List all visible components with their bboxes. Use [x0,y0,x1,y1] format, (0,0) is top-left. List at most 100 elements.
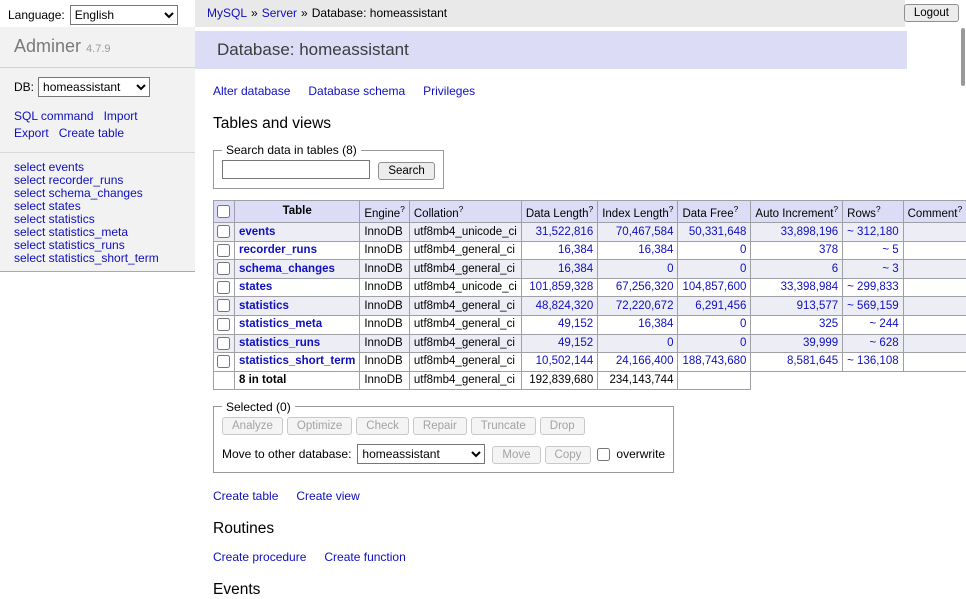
optimize-button[interactable]: Optimize [287,417,352,435]
check-button[interactable]: Check [356,417,409,435]
cell-index_length-link[interactable]: 0 [667,337,673,349]
cell-data_free-link[interactable]: 50,331,648 [689,226,747,238]
row-checkbox[interactable] [217,225,230,238]
cell-index_length-link[interactable]: 70,467,584 [616,226,674,238]
search-input[interactable] [222,160,370,179]
cell-comment [903,278,966,297]
row-checkbox[interactable] [217,299,230,312]
help-link[interactable]: ? [459,204,464,214]
move-button[interactable]: Move [492,446,540,464]
link-create-function[interactable]: Create function [324,550,405,564]
link-alter-database[interactable]: Alter database [213,84,290,98]
row-checkbox[interactable] [217,262,230,275]
cell-data_free-link[interactable]: 0 [740,318,746,330]
cell-data_free-link[interactable]: 188,743,680 [682,355,746,367]
cell-rows-link[interactable]: ~ 299,833 [847,281,898,293]
cell-auto_increment-link[interactable]: 33,398,984 [781,281,839,293]
cell-data_free-link[interactable]: 0 [740,263,746,275]
cell-rows-link[interactable]: ~ 312,180 [847,226,898,238]
link-import[interactable]: Import [104,108,138,125]
help-link[interactable]: ? [669,204,674,214]
cell-auto_increment-link[interactable]: 378 [819,244,838,256]
table-link-recorder_runs[interactable]: recorder_runs [239,244,317,256]
link-select-statistics-short-term[interactable]: select statistics_short_term [14,252,181,265]
table-link-schema_changes[interactable]: schema_changes [239,263,335,275]
table-row: statistics_runsInnoDButf8mb4_general_ci4… [214,334,966,353]
cell-data_length-link[interactable]: 48,824,320 [536,300,594,312]
table-link-statistics[interactable]: statistics [239,300,289,312]
breadcrumb-link-mysql[interactable]: MySQL [207,6,247,20]
table-link-states[interactable]: states [239,281,272,293]
cell-data_length-link[interactable]: 49,152 [558,318,593,330]
cell-data_free-link[interactable]: 104,857,600 [682,281,746,293]
cell-index_length-link[interactable]: 16,384 [638,244,673,256]
cell-index_length-link[interactable]: 72,220,672 [616,300,674,312]
cell-rows-link[interactable]: ~ 628 [870,337,899,349]
cell-index_length-link[interactable]: 16,384 [638,318,673,330]
link-sql-command[interactable]: SQL command [14,108,94,125]
cell-data_length-link[interactable]: 49,152 [558,337,593,349]
cell-index_length-link[interactable]: 67,256,320 [616,281,674,293]
events-heading: Events [213,581,907,599]
table-link-statistics_meta[interactable]: statistics_meta [239,318,322,330]
analyze-button[interactable]: Analyze [222,417,283,435]
cell-rows-link[interactable]: ~ 244 [870,318,899,330]
cell-rows-link[interactable]: ~ 3 [882,263,898,275]
cell-auto_increment-link[interactable]: 33,898,196 [781,226,839,238]
link-create-table[interactable]: Create table [59,125,124,142]
cell-data_length-link[interactable]: 10,502,144 [536,355,594,367]
move-db-select[interactable]: homeassistant [357,444,485,464]
repair-button[interactable]: Repair [413,417,467,435]
cell-auto_increment-link[interactable]: 39,999 [803,337,838,349]
table-link-statistics_runs[interactable]: statistics_runs [239,337,320,349]
search-button[interactable]: Search [378,162,434,180]
cell-auto_increment-link[interactable]: 913,577 [797,300,839,312]
link-export[interactable]: Export [14,125,49,142]
row-checkbox[interactable] [217,318,230,331]
overwrite-checkbox[interactable] [597,448,610,461]
cell-data_free-link[interactable]: 6,291,456 [695,300,746,312]
cell-auto_increment-link[interactable]: 6 [832,263,838,275]
help-link[interactable]: ? [957,204,962,214]
cell-rows-link[interactable]: ~ 569,159 [847,300,898,312]
help-link[interactable]: ? [400,204,405,214]
help-link[interactable]: ? [734,204,739,214]
cell-data_length-link[interactable]: 31,522,816 [536,226,594,238]
table-row: statistics_metaInnoDButf8mb4_general_ci4… [214,315,966,334]
db-select[interactable]: homeassistant [38,77,150,97]
cell-index_length-link[interactable]: 0 [667,263,673,275]
cell-data_length-link[interactable]: 16,384 [558,244,593,256]
cell-rows-link[interactable]: ~ 5 [882,244,898,256]
table-link-events[interactable]: events [239,226,275,238]
link-database-schema[interactable]: Database schema [308,84,405,98]
help-link[interactable]: ? [833,204,838,214]
row-checkbox[interactable] [217,281,230,294]
table-link-statistics_short_term[interactable]: statistics_short_term [239,355,355,367]
cell-index_length-link[interactable]: 24,166,400 [616,355,674,367]
cell-auto_increment-link[interactable]: 8,581,645 [787,355,838,367]
cell-data_length-link[interactable]: 16,384 [558,263,593,275]
header-cell-data_length: Data Length? [521,200,597,223]
row-checkbox[interactable] [217,337,230,350]
copy-button[interactable]: Copy [545,446,592,464]
cell-data_length-link[interactable]: 101,859,328 [529,281,593,293]
drop-button[interactable]: Drop [540,417,585,435]
vertical-scrollbar[interactable] [961,28,965,86]
help-link[interactable]: ? [588,204,593,214]
cell-auto_increment-link[interactable]: 325 [819,318,838,330]
link-privileges[interactable]: Privileges [423,84,475,98]
cell-data_free-link[interactable]: 0 [740,337,746,349]
breadcrumb-link-server[interactable]: Server [262,6,297,20]
logout-button[interactable]: Logout [904,4,959,22]
cell-data_free-link[interactable]: 0 [740,244,746,256]
truncate-button[interactable]: Truncate [471,417,536,435]
language-select[interactable]: English [70,5,178,25]
row-checkbox[interactable] [217,244,230,257]
link-create-view[interactable]: Create view [296,489,359,503]
link-create-table[interactable]: Create table [213,489,278,503]
select-all-checkbox[interactable] [217,205,230,218]
cell-rows-link[interactable]: ~ 136,108 [847,355,898,367]
link-create-procedure[interactable]: Create procedure [213,550,306,564]
row-checkbox[interactable] [217,355,230,368]
help-link[interactable]: ? [876,204,881,214]
